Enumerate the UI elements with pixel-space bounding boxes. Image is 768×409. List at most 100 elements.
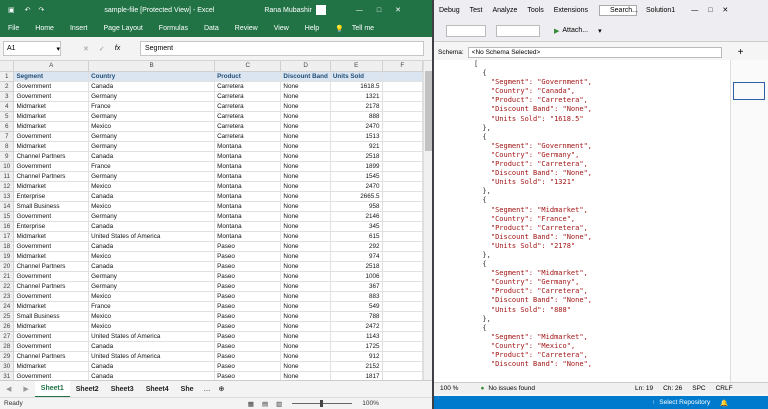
row-header[interactable]: 15 — [0, 211, 15, 222]
cell[interactable]: Units Sold — [330, 71, 383, 82]
row-header[interactable]: 16 — [0, 221, 15, 232]
cell[interactable]: Midmarket — [13, 321, 90, 332]
menu-analyze[interactable]: Analyze — [487, 7, 522, 14]
cell[interactable] — [382, 211, 423, 222]
cell[interactable]: Government — [13, 161, 90, 172]
cell[interactable]: None — [280, 101, 331, 112]
cell[interactable]: Paseo — [214, 301, 282, 312]
platform-dropdown[interactable] — [496, 24, 540, 37]
cell[interactable]: France — [88, 301, 216, 312]
cell[interactable]: None — [280, 371, 331, 380]
cell[interactable]: None — [280, 171, 331, 182]
cell[interactable]: 974 — [330, 251, 383, 262]
menu-review[interactable]: Review — [227, 25, 266, 32]
cell[interactable] — [382, 351, 423, 362]
user-name[interactable]: Rana Mubashir — [264, 7, 311, 14]
cell[interactable]: Midmarket — [13, 111, 90, 122]
cell[interactable]: Germany — [88, 211, 216, 222]
row-header[interactable]: 25 — [0, 311, 15, 322]
cell[interactable] — [382, 321, 423, 332]
cell[interactable]: None — [280, 151, 331, 162]
cell[interactable] — [382, 341, 423, 352]
redo-icon[interactable]: ↷ — [39, 6, 45, 14]
cell[interactable] — [382, 281, 423, 292]
minimap-viewport[interactable] — [733, 82, 765, 100]
toolbar-extra-icon[interactable]: ▾ — [598, 27, 602, 35]
cell[interactable] — [382, 361, 423, 372]
cell[interactable]: Germany — [88, 141, 216, 152]
minimize-icon[interactable]: — — [356, 7, 363, 14]
row-header[interactable]: 11 — [0, 171, 15, 182]
cell[interactable]: None — [280, 91, 331, 102]
cell[interactable]: Canada — [88, 341, 216, 352]
row-header[interactable]: 27 — [0, 331, 15, 342]
cell[interactable]: 1321 — [330, 91, 383, 102]
menu-formulas[interactable]: Formulas — [151, 25, 196, 32]
zoom-slider[interactable] — [292, 400, 353, 407]
cell[interactable]: 2152 — [330, 361, 383, 372]
search-box[interactable]: Search... — [598, 4, 638, 16]
tab-sheet5[interactable]: She — [175, 381, 200, 398]
spacing-mode[interactable]: SPC — [692, 385, 705, 392]
cell[interactable] — [382, 121, 423, 132]
cell[interactable]: None — [280, 301, 331, 312]
cell[interactable]: Paseo — [214, 331, 282, 342]
issues-text[interactable]: No issues found — [488, 385, 535, 392]
menu-help[interactable]: Help — [297, 25, 327, 32]
cell[interactable]: Paseo — [214, 321, 282, 332]
cell[interactable]: Germany — [88, 131, 216, 142]
cell[interactable]: None — [280, 311, 331, 322]
notifications-icon[interactable]: 🔔 — [720, 399, 728, 407]
cell[interactable]: Paseo — [214, 291, 282, 302]
cell[interactable]: Channel Partners — [13, 171, 90, 182]
cell[interactable]: None — [280, 201, 331, 212]
cell[interactable]: 549 — [330, 301, 383, 312]
cell[interactable] — [382, 91, 423, 102]
tab-prev-icon[interactable]: ◀ — [0, 385, 17, 393]
cell[interactable]: Midmarket — [13, 181, 90, 192]
cell[interactable]: Montana — [214, 171, 282, 182]
cell[interactable]: Paseo — [214, 361, 282, 372]
row-header[interactable]: 29 — [0, 351, 15, 362]
cell[interactable]: Government — [13, 131, 90, 142]
cancel-icon[interactable]: ✕ — [83, 45, 89, 53]
menu-data[interactable]: Data — [196, 25, 227, 32]
row-header[interactable]: 9 — [0, 151, 15, 162]
cell[interactable]: Montana — [214, 231, 282, 242]
cell[interactable]: 2518 — [330, 261, 383, 272]
cell[interactable]: Mexico — [88, 121, 216, 132]
minimap[interactable] — [730, 60, 768, 382]
menu-insert[interactable]: Insert — [62, 25, 96, 32]
cell[interactable]: None — [280, 281, 331, 292]
cell[interactable]: France — [88, 101, 216, 112]
cell[interactable]: Paseo — [214, 341, 282, 352]
cell[interactable]: 1545 — [330, 171, 383, 182]
cell[interactable] — [382, 261, 423, 272]
row-header[interactable]: 7 — [0, 131, 15, 142]
cell[interactable] — [382, 101, 423, 112]
cell[interactable]: 2518 — [330, 151, 383, 162]
row-header[interactable]: 18 — [0, 241, 15, 252]
menu-home[interactable]: Home — [27, 25, 62, 32]
cell[interactable]: Midmarket — [13, 251, 90, 262]
cell[interactable]: Germany — [88, 91, 216, 102]
cell[interactable]: Germany — [88, 111, 216, 122]
cell[interactable]: Government — [13, 241, 90, 252]
cell[interactable]: Country — [88, 71, 216, 82]
cell[interactable]: Montana — [214, 211, 282, 222]
schema-dropdown[interactable]: <No Schema Selected> — [467, 46, 722, 58]
cell[interactable] — [382, 251, 423, 262]
cell[interactable]: Enterprise — [13, 221, 90, 232]
cell[interactable]: Montana — [214, 221, 282, 232]
cell[interactable]: Segment — [13, 71, 90, 82]
cell[interactable]: Small Business — [13, 311, 90, 322]
row-header[interactable]: 14 — [0, 201, 15, 212]
cell[interactable]: Government — [13, 81, 90, 92]
cell[interactable]: None — [280, 241, 331, 252]
add-icon[interactable]: + — [738, 47, 744, 58]
cell[interactable]: 367 — [330, 281, 383, 292]
cell[interactable] — [382, 221, 423, 232]
cell[interactable]: None — [280, 161, 331, 172]
cell[interactable]: None — [280, 291, 331, 302]
cell[interactable] — [382, 231, 423, 242]
